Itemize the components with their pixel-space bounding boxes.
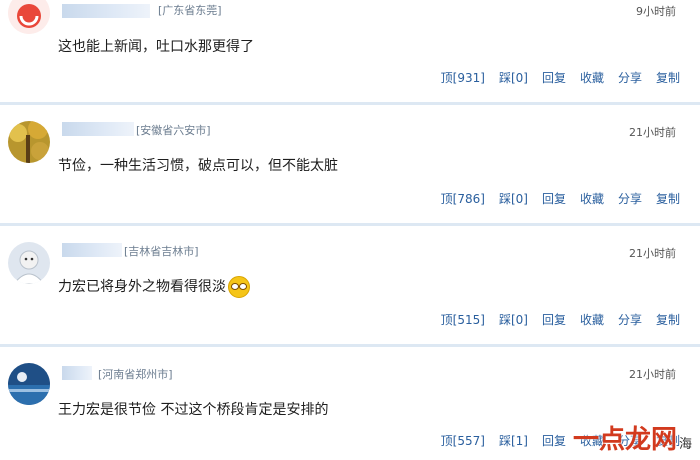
- avatar-image: [8, 363, 50, 405]
- downvote-button[interactable]: 踩[0]: [499, 69, 528, 86]
- comment-text: 节俭，一种生活习惯，破点可以，但不能太脏: [58, 158, 338, 174]
- reply-button[interactable]: 回复: [542, 69, 566, 86]
- comment-text: 王力宏是很节俭 不过这个桥段肯定是安排的: [58, 402, 329, 418]
- avatar-image: [8, 121, 50, 163]
- reply-button[interactable]: 回复: [542, 311, 566, 328]
- comment-actions: 顶[931] 踩[0] 回复 收藏 分享 复制: [441, 69, 680, 86]
- username-redacted[interactable]: [62, 4, 150, 18]
- favorite-button[interactable]: 收藏: [580, 311, 604, 328]
- avatar[interactable]: [8, 121, 50, 163]
- user-location: [安徽省六安市]: [136, 124, 211, 137]
- favorite-button[interactable]: 收藏: [580, 69, 604, 86]
- nerd-face-emoji-icon: [228, 276, 250, 298]
- favorite-button[interactable]: 收藏: [580, 190, 604, 207]
- upvote-button[interactable]: 顶[786]: [441, 190, 485, 207]
- share-button[interactable]: 分享: [618, 190, 642, 207]
- comment-item: [广东省东莞] 9小时前 这也能上新闻，吐口水那更得了 顶[931] 踩[0] …: [0, 0, 700, 102]
- comment-time: 21小时前: [629, 368, 676, 381]
- comment-actions: 顶[515] 踩[0] 回复 收藏 分享 复制: [441, 311, 680, 328]
- site-watermark: 一点龙网海: [572, 425, 692, 455]
- avatar[interactable]: [8, 242, 50, 284]
- user-location: [广东省东莞]: [158, 4, 222, 17]
- comment-actions: 顶[786] 踩[0] 回复 收藏 分享 复制: [441, 190, 680, 207]
- upvote-button[interactable]: 顶[931]: [441, 69, 485, 86]
- username-redacted[interactable]: [62, 366, 92, 380]
- downvote-button[interactable]: 踩[1]: [499, 432, 528, 449]
- copy-button[interactable]: 复制: [656, 311, 680, 328]
- comment-text: 力宏已将身外之物看得很淡: [58, 276, 250, 298]
- comment-time: 21小时前: [629, 126, 676, 139]
- copy-button[interactable]: 复制: [656, 69, 680, 86]
- avatar[interactable]: [8, 0, 50, 34]
- comment-time: 21小时前: [629, 247, 676, 260]
- user-location: [河南省郑州市]: [98, 368, 173, 381]
- username-redacted[interactable]: [62, 122, 134, 136]
- avatar-image: [8, 0, 50, 34]
- user-location: [吉林省吉林市]: [124, 245, 199, 258]
- downvote-button[interactable]: 踩[0]: [499, 190, 528, 207]
- comment-text: 这也能上新闻，吐口水那更得了: [58, 39, 254, 55]
- comment-item: [安徽省六安市] 21小时前 节俭，一种生活习惯，破点可以，但不能太脏 顶[78…: [0, 105, 700, 223]
- comment-time: 9小时前: [636, 5, 676, 18]
- avatar[interactable]: [8, 363, 50, 405]
- upvote-button[interactable]: 顶[557]: [441, 432, 485, 449]
- downvote-button[interactable]: 踩[0]: [499, 311, 528, 328]
- avatar-image: [8, 242, 50, 284]
- reply-button[interactable]: 回复: [542, 190, 566, 207]
- upvote-button[interactable]: 顶[515]: [441, 311, 485, 328]
- copy-button[interactable]: 复制: [656, 190, 680, 207]
- username-redacted[interactable]: [62, 243, 122, 257]
- share-button[interactable]: 分享: [618, 69, 642, 86]
- share-button[interactable]: 分享: [618, 311, 642, 328]
- reply-button[interactable]: 回复: [542, 432, 566, 449]
- comment-item: [吉林省吉林市] 21小时前 力宏已将身外之物看得很淡 顶[515] 踩[0] …: [0, 226, 700, 344]
